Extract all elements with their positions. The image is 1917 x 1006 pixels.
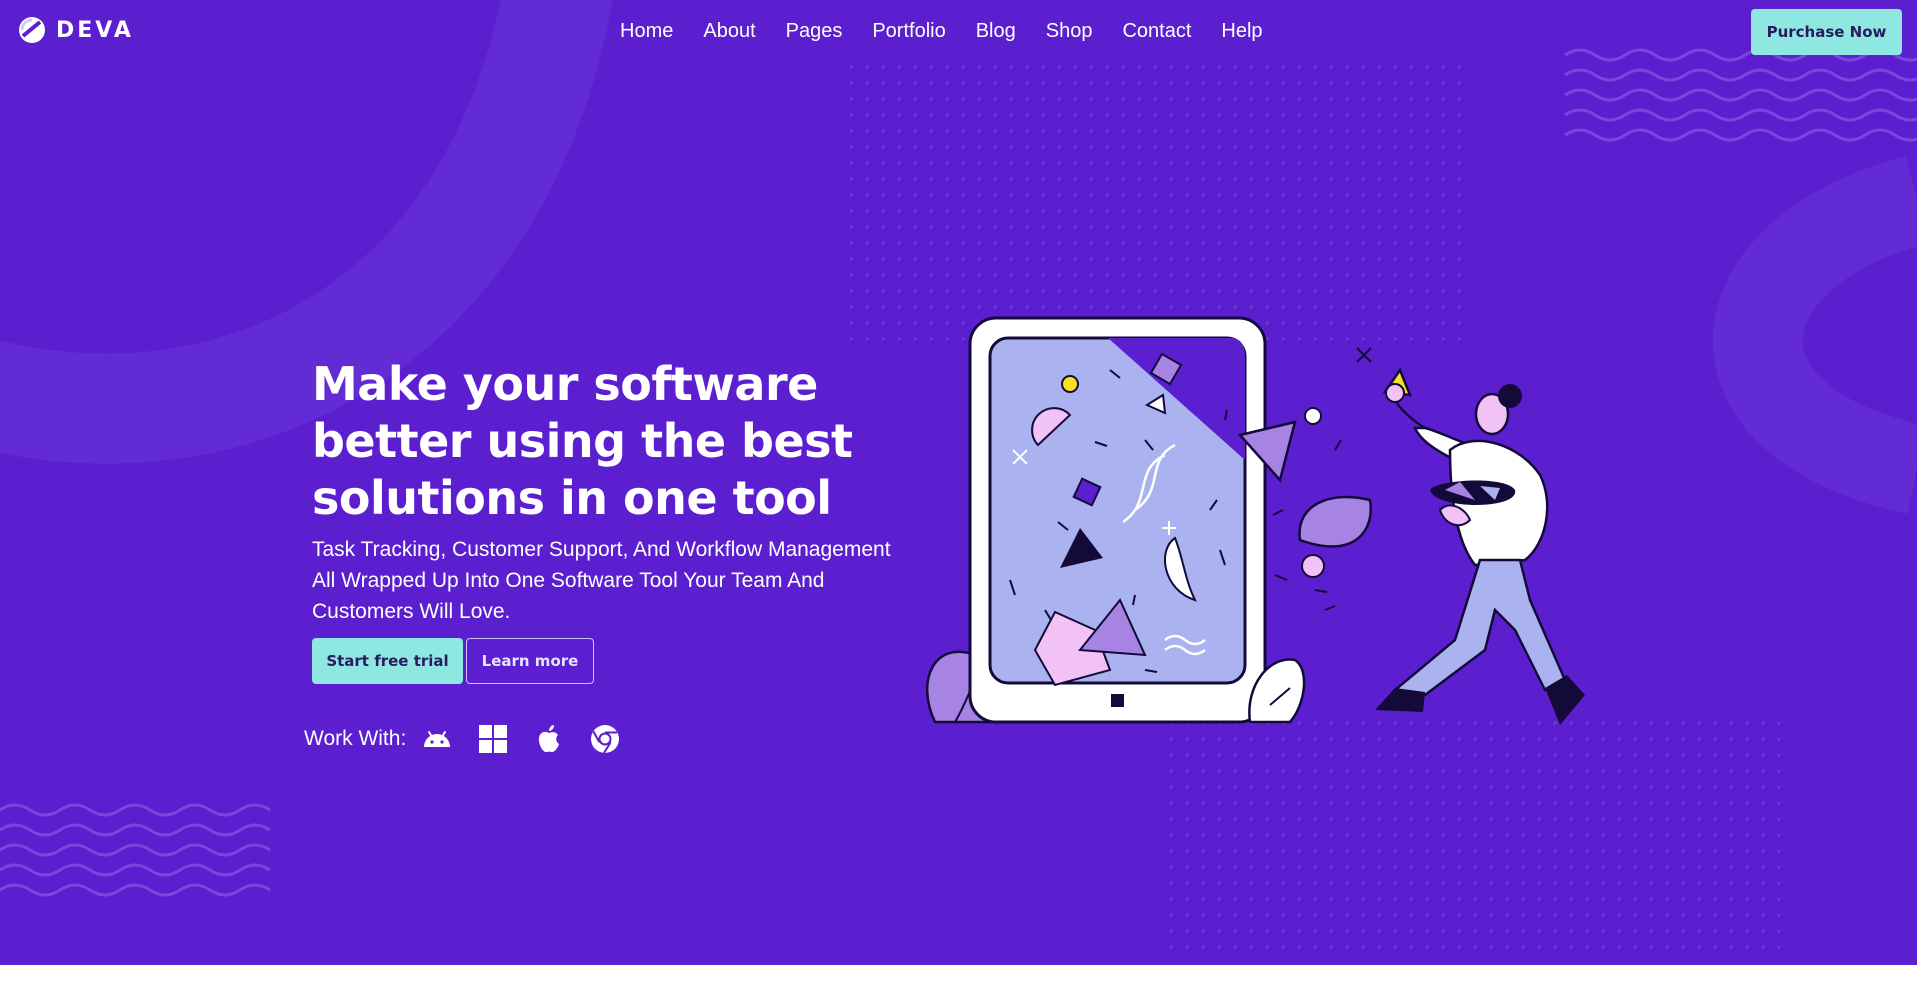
android-icon[interactable] xyxy=(420,722,454,756)
brand-name: DEVA xyxy=(56,17,134,43)
start-free-trial-button[interactable]: Start free trial xyxy=(312,638,463,684)
nav-help[interactable]: Help xyxy=(1221,20,1262,43)
purchase-now-button[interactable]: Purchase Now xyxy=(1751,9,1902,55)
nav-pages[interactable]: Pages xyxy=(786,20,843,43)
nav-home[interactable]: Home xyxy=(620,20,673,43)
main-nav: Home About Pages Portfolio Blog Shop Con… xyxy=(620,20,1293,43)
logo-icon xyxy=(19,17,45,43)
nav-blog[interactable]: Blog xyxy=(976,20,1016,43)
hero-headline: Make your software better using the best… xyxy=(312,357,853,525)
hero-section: DEVA Home About Pages Portfolio Blog Sho… xyxy=(0,0,1917,965)
nav-about[interactable]: About xyxy=(703,20,755,43)
chrome-icon[interactable] xyxy=(588,722,622,756)
hero-illustration xyxy=(925,316,1585,725)
brand-logo[interactable]: DEVA xyxy=(18,16,134,44)
learn-more-button[interactable]: Learn more xyxy=(466,638,594,684)
work-with-label: Work With: xyxy=(304,727,407,750)
apple-icon[interactable] xyxy=(532,722,566,756)
platform-icons xyxy=(420,722,622,756)
nav-contact[interactable]: Contact xyxy=(1122,20,1191,43)
windows-icon[interactable] xyxy=(476,722,510,756)
hero-subtext: Task Tracking, Customer Support, And Wor… xyxy=(312,538,891,623)
nav-shop[interactable]: Shop xyxy=(1046,20,1093,43)
nav-portfolio[interactable]: Portfolio xyxy=(872,20,945,43)
